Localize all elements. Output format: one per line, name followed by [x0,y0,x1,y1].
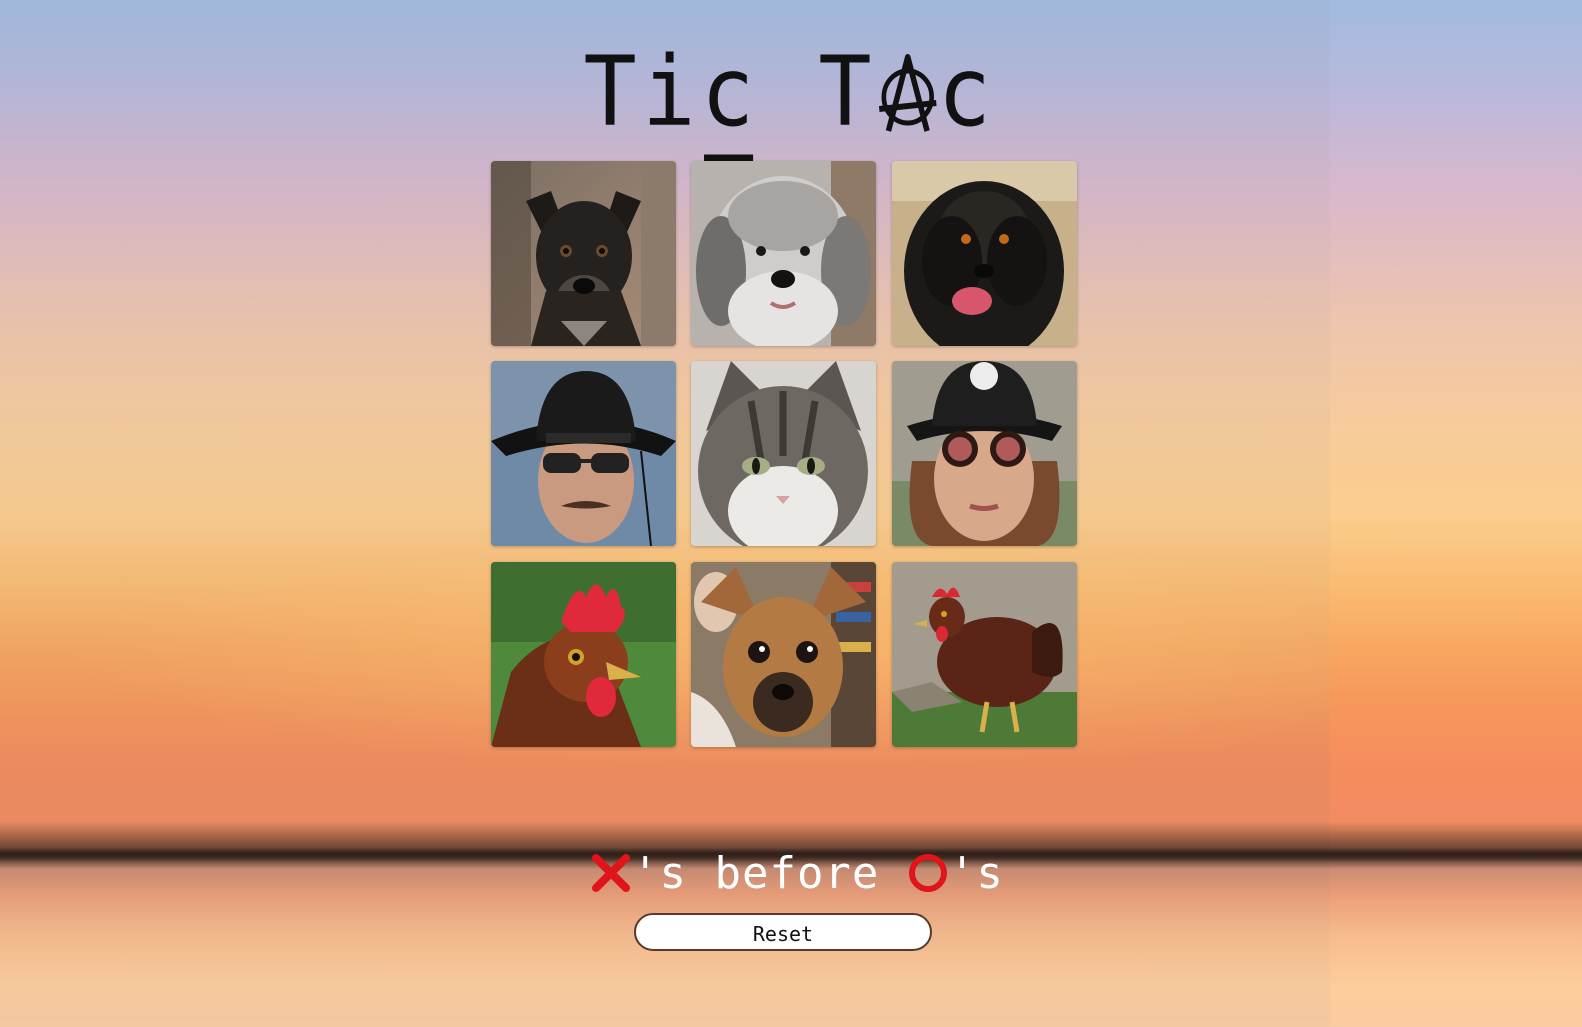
board-cell-5[interactable] [892,361,1077,546]
board-cell-2[interactable] [892,161,1077,346]
person-photo-icon [892,361,1077,546]
o-mark-icon [907,852,949,894]
title-word-tic: Tic [583,36,760,148]
board-cell-1[interactable] [691,161,876,346]
board-cell-8[interactable] [892,562,1077,747]
sunset-background-repeat [1330,0,1582,1027]
dog-photo-icon [491,161,676,346]
dog-photo-icon [691,161,876,346]
board-cell-7[interactable] [691,562,876,747]
x-mark-icon [590,852,632,894]
rooster-photo-icon [491,562,676,747]
cat-photo-icon [691,361,876,546]
board-cell-0[interactable] [491,161,676,346]
hen-photo-icon [892,562,1077,747]
reset-button[interactable]: Reset [634,913,932,951]
title-word-tac-start: T [818,36,878,148]
board-cell-3[interactable] [491,361,676,546]
board-cell-6[interactable] [491,562,676,747]
dog-photo-icon [691,562,876,747]
turn-status: 's before 's [590,848,1003,900]
dog-photo-icon [892,161,1077,346]
board-cell-4[interactable] [691,361,876,546]
status-text-middle: 's before [632,848,907,899]
status-text-end: 's [948,848,1004,899]
game-board [491,161,1077,747]
title-word-tac-end: c [937,36,997,148]
anarchy-a-icon [877,53,938,133]
person-photo-icon [491,361,676,546]
